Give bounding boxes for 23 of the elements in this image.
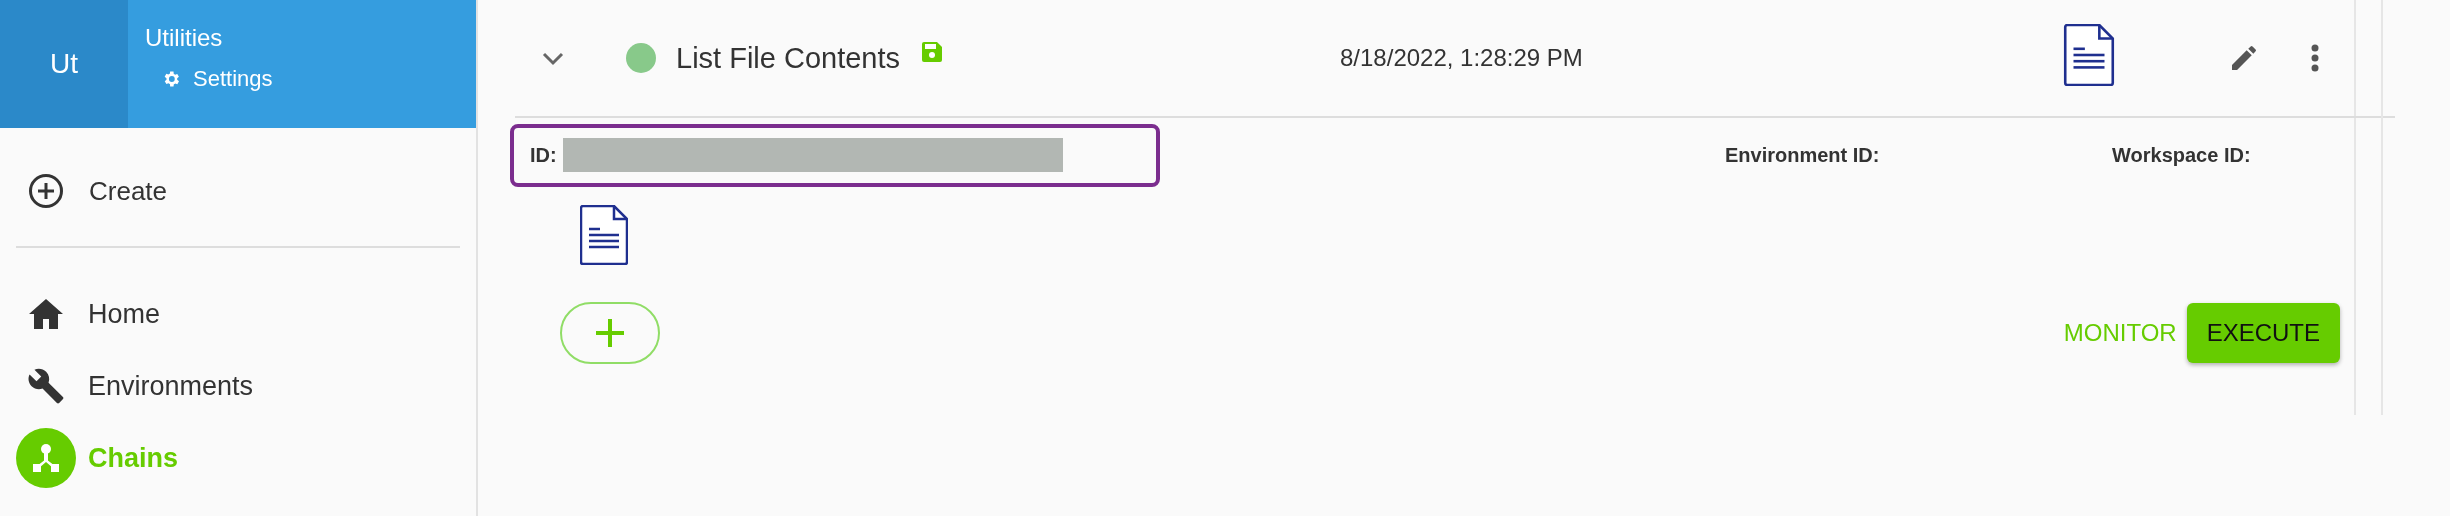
id-label: ID: — [530, 143, 557, 167]
workspace-avatar: Ut — [0, 0, 128, 128]
home-icon — [29, 299, 63, 329]
nav-item[interactable]: Home — [16, 284, 476, 344]
more-icon[interactable] — [2310, 43, 2320, 73]
wrench-icon — [27, 367, 65, 405]
document-icon[interactable] — [580, 205, 628, 265]
plus-icon — [596, 319, 624, 347]
nav-label: Chains — [88, 442, 179, 474]
nav-item[interactable]: Environments — [16, 356, 476, 416]
create-item[interactable]: Create — [29, 174, 476, 208]
chain-title: List File Contents — [676, 41, 901, 75]
nav-label: Home — [88, 298, 161, 330]
workspace-id-label: Workspace ID: — [2112, 143, 2251, 167]
workspace-name: Utilities — [145, 24, 224, 52]
branch-icon — [30, 442, 62, 474]
add-circle-icon — [29, 174, 63, 208]
nav-label: Environments — [88, 370, 254, 402]
environment-id-label: Environment ID: — [1725, 143, 1881, 167]
execute-button[interactable]: EXECUTE — [2186, 303, 2340, 363]
document-icon[interactable] — [2063, 24, 2115, 86]
status-dot — [626, 43, 656, 73]
timestamp: 8/18/2022, 1:28:29 PM — [1340, 44, 1583, 72]
